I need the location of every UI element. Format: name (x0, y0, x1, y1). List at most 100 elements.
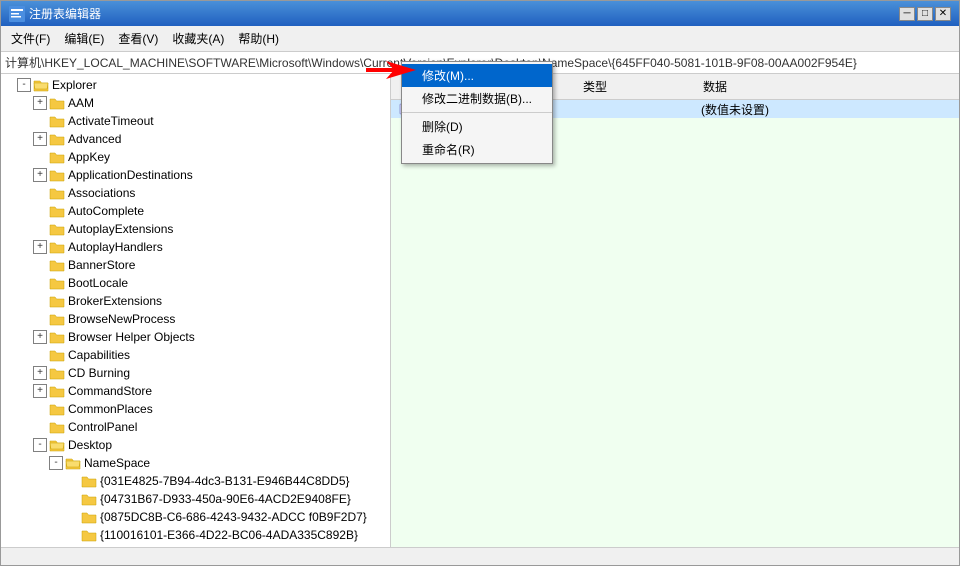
menu-item[interactable]: 帮助(H) (232, 28, 285, 49)
folder-icon (49, 114, 65, 128)
tree-item[interactable]: AppKey (1, 148, 390, 166)
tree-toggle[interactable]: - (49, 456, 63, 470)
tree-label: {0875DC8B-C6-686-4243-9432-ADCC f0B9F2D7… (100, 510, 367, 524)
tree-toggle[interactable]: + (33, 330, 47, 344)
tree-label: Browser Helper Objects (68, 330, 195, 344)
tree-item[interactable]: ActivateTimeout (1, 112, 390, 130)
tree-label: BannerStore (68, 258, 135, 272)
tree-item[interactable]: + Browser Helper Objects (1, 328, 390, 346)
tree-toggle-empty (33, 186, 47, 200)
tree-toggle-empty (33, 114, 47, 128)
tree-item[interactable]: +Advanced (1, 130, 390, 148)
folder-icon (49, 294, 65, 308)
context-menu-item-modify[interactable]: 修改(M)... (402, 64, 552, 87)
folder-icon (49, 312, 65, 326)
tree-toggle-empty (33, 294, 47, 308)
tree-label: {04731B67-D933-450a-90E6-4ACD2E9408FE} (100, 492, 351, 506)
tree-toggle[interactable]: + (33, 132, 47, 146)
folder-icon (81, 528, 97, 542)
tree-item[interactable]: - Desktop (1, 436, 390, 454)
tree-item[interactable]: - Explorer (1, 76, 390, 94)
tree-item[interactable]: BootLocale (1, 274, 390, 292)
tree-toggle[interactable]: + (33, 96, 47, 110)
tree-label: CommonPlaces (68, 402, 153, 416)
tree-item[interactable]: Capabilities (1, 346, 390, 364)
tree-toggle[interactable]: - (33, 438, 47, 452)
status-bar (1, 547, 959, 565)
tree-toggle-empty (33, 312, 47, 326)
tree-item[interactable]: + AAM (1, 94, 390, 112)
menu-item[interactable]: 收藏夹(A) (166, 28, 230, 49)
tree-label: ApplicationDestinations (68, 168, 193, 182)
tree-label: {031E4825-7B94-4dc3-B131-E946B44C8DD5} (100, 474, 350, 488)
menu-bar: 文件(F)编辑(E)查看(V)收藏夹(A)帮助(H) (1, 26, 959, 52)
folder-icon (49, 186, 65, 200)
tree-toggle[interactable]: + (33, 168, 47, 182)
tree-toggle-empty (33, 222, 47, 236)
tree-label: AppKey (68, 150, 110, 164)
tree-item[interactable]: {04731B67-D933-450a-90E6-4ACD2E9408FE} (1, 490, 390, 508)
tree-item[interactable]: CommonPlaces (1, 400, 390, 418)
tree-toggle-empty (33, 204, 47, 218)
tree-item[interactable]: {0875DC8B-C6-686-4243-9432-ADCC f0B9F2D7… (1, 508, 390, 526)
tree-item[interactable]: BrokerExtensions (1, 292, 390, 310)
tree-item[interactable]: +CD Burning (1, 364, 390, 382)
tree-item[interactable]: + ApplicationDestinations (1, 166, 390, 184)
tree-item[interactable]: +CommandStore (1, 382, 390, 400)
tree-toggle-empty (33, 276, 47, 290)
left-panel[interactable]: - Explorer + AAM ActivateTimeout +Advanced App… (1, 74, 391, 547)
tree-label: AutoComplete (68, 204, 144, 218)
minimize-button[interactable]: ─ (899, 7, 915, 21)
tree-toggle[interactable]: + (33, 240, 47, 254)
menu-item[interactable]: 文件(F) (5, 28, 56, 49)
tree-item[interactable]: {110016101-E366-4D22-BC06-4ADA335C892B} (1, 526, 390, 544)
folder-icon (81, 510, 97, 524)
tree-item[interactable]: {13B508bc-1e03-49ea-9c8f-ea9e1d0d5d65d} (1, 544, 390, 547)
tree-item[interactable]: {031E4825-7B94-4dc3-B131-E946B44C8DD5} (1, 472, 390, 490)
context-menu-item-modify-binary[interactable]: 修改二进制数据(B)... (402, 87, 552, 110)
tree-label: ActivateTimeout (68, 114, 154, 128)
menu-item[interactable]: 查看(V) (112, 28, 164, 49)
tree-item[interactable]: +AutoplayHandlers (1, 238, 390, 256)
value-data: (数值未设置) (701, 101, 769, 118)
tree-label: AAM (68, 96, 94, 110)
tree-toggle-empty (33, 348, 47, 362)
maximize-button[interactable]: □ (917, 7, 933, 21)
tree-item[interactable]: BrowseNewProcess (1, 310, 390, 328)
close-button[interactable]: ✕ (935, 7, 951, 21)
context-menu-item-delete[interactable]: 删除(D) (402, 115, 552, 138)
folder-icon (33, 78, 49, 92)
tree-label: Explorer (52, 78, 97, 92)
tree-toggle-empty (65, 528, 79, 542)
tree-item[interactable]: - NameSpace (1, 454, 390, 472)
tree-label: AutoplayExtensions (68, 222, 173, 236)
folder-icon (81, 492, 97, 506)
tree-toggle-empty (33, 420, 47, 434)
folder-icon (49, 348, 65, 362)
folder-icon (49, 330, 65, 344)
registry-editor-window: 注册表编辑器 ─ □ ✕ 文件(F)编辑(E)查看(V)收藏夹(A)帮助(H) … (0, 0, 960, 566)
tree-toggle[interactable]: - (17, 78, 31, 92)
tree-item[interactable]: Associations (1, 184, 390, 202)
tree-toggle[interactable]: + (33, 366, 47, 380)
context-menu-item-rename[interactable]: 重命名(R) (402, 138, 552, 161)
tree-item[interactable]: ControlPanel (1, 418, 390, 436)
tree-item[interactable]: BannerStore (1, 256, 390, 274)
folder-icon (65, 456, 81, 470)
menu-item[interactable]: 编辑(E) (58, 28, 110, 49)
tree-toggle[interactable]: + (33, 384, 47, 398)
folder-icon (49, 150, 65, 164)
tree-toggle-empty (33, 150, 47, 164)
tree-container: - Explorer + AAM ActivateTimeout +Advanced App… (1, 74, 390, 547)
tree-label: {13B508bc-1e03-49ea-9c8f-ea9e1d0d5d65d} (100, 546, 341, 547)
tree-label: NameSpace (84, 456, 150, 470)
tree-toggle-empty (33, 402, 47, 416)
tree-item[interactable]: AutoComplete (1, 202, 390, 220)
col-type-header: 类型 (575, 76, 695, 97)
folder-icon (81, 546, 97, 547)
folder-icon (49, 438, 65, 452)
context-menu: 修改(M)...修改二进制数据(B)... 删除(D)重命名(R) (401, 61, 553, 164)
tree-item[interactable]: AutoplayExtensions (1, 220, 390, 238)
tree-label: BootLocale (68, 276, 128, 290)
tree-label: Desktop (68, 438, 112, 452)
